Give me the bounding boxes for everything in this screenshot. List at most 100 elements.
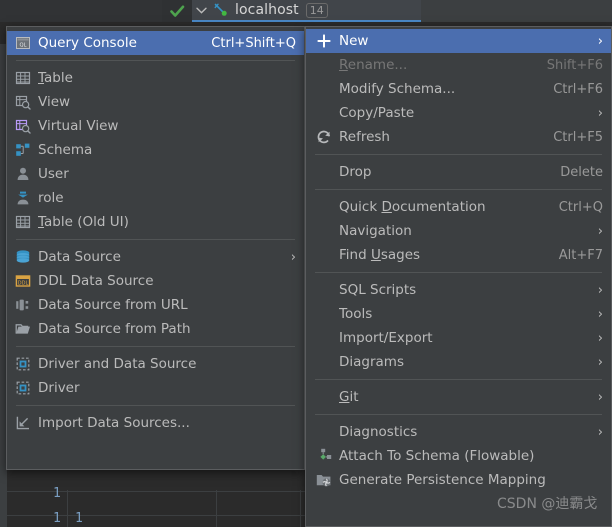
menu-item-label: DDL Data Source: [38, 273, 154, 289]
data-source-icon: [14, 249, 31, 265]
menu-item-import-export[interactable]: Import/Export ›: [306, 326, 611, 350]
menu-item-schema[interactable]: Schema: [7, 138, 304, 162]
chevron-right-icon: ›: [597, 105, 603, 121]
no-icon: [315, 354, 333, 370]
menu-item-label: Schema: [38, 142, 93, 158]
menu-item-label: Import Data Sources...: [38, 415, 190, 431]
menu-item-label: Git: [339, 389, 359, 405]
driver-icon: [14, 380, 31, 396]
connection-tab[interactable]: localhost 14: [192, 0, 421, 22]
menu-item-table-old-ui[interactable]: Table (Old UI): [7, 210, 304, 234]
ide-toolbar: localhost 14: [0, 0, 612, 22]
no-icon: [315, 282, 333, 298]
menu-item-attach-to-schema-flowable[interactable]: Attach To Schema (Flowable): [306, 444, 611, 468]
chevron-right-icon: ›: [597, 354, 603, 370]
chevron-right-icon: ›: [597, 223, 603, 239]
connection-tab-title: localhost: [235, 2, 299, 18]
menu-item-shortcut: Ctrl+F6: [553, 81, 603, 97]
context-menu[interactable]: New › Rename... Shift+F6 Modify Schema... Ctr…: [305, 26, 612, 527]
chevron-right-icon: ›: [597, 330, 603, 346]
view-icon: [14, 94, 31, 110]
run-status-indicator[interactable]: [162, 0, 192, 22]
menu-item-table[interactable]: Table: [7, 66, 304, 90]
menu-item-label: Generate Persistence Mapping: [339, 472, 546, 488]
menu-item-ddl-data-source[interactable]: DDL DDL Data Source: [7, 269, 304, 293]
menu-item-data-source-from-url[interactable]: Data Source from URL: [7, 293, 304, 317]
menu-item-label: Table: [38, 70, 73, 86]
no-icon: [315, 389, 333, 405]
menu-item-driver-and-data-source[interactable]: Driver and Data Source: [7, 352, 304, 376]
menu-item-label: Find Usages: [339, 247, 421, 263]
menu-item-view[interactable]: View: [7, 90, 304, 114]
menu-item-label: Drop: [339, 164, 372, 180]
menu-item-label: SQL Scripts: [339, 282, 417, 298]
menu-item-label: Driver: [38, 380, 80, 396]
driver-and-data-source-icon: [14, 356, 31, 372]
menu-separator: [315, 379, 602, 380]
menu-item-label: Refresh: [339, 129, 390, 145]
menu-item-label: Driver and Data Source: [38, 356, 197, 372]
chevron-right-icon: ›: [597, 306, 603, 322]
menu-item-label: Virtual View: [38, 118, 119, 134]
menu-item-find-usages[interactable]: Find Usages Alt+F7: [306, 243, 611, 267]
menu-item-role[interactable]: role: [7, 186, 304, 210]
menu-item-label: Quick Documentation: [339, 199, 486, 215]
new-submenu[interactable]: QL Query Console Ctrl+Shift+Q Table View Virt…: [6, 26, 305, 470]
menu-item-shortcut: Ctrl+F5: [553, 129, 603, 145]
menu-item-rename[interactable]: Rename... Shift+F6: [306, 53, 611, 77]
svg-text:QL: QL: [19, 42, 26, 48]
chevron-down-icon[interactable]: [196, 5, 207, 16]
menu-item-shortcut: Ctrl+Q: [558, 199, 603, 215]
menu-item-tools[interactable]: Tools ›: [306, 302, 611, 326]
grid-cell[interactable]: 1: [53, 511, 61, 526]
menu-item-label: User: [38, 166, 69, 182]
menu-item-drop[interactable]: Drop Delete: [306, 160, 611, 184]
menu-item-query-console[interactable]: QL Query Console Ctrl+Shift+Q: [7, 31, 304, 55]
menu-item-label: Attach To Schema (Flowable): [339, 448, 535, 464]
user-icon: [14, 166, 31, 182]
attach-to-schema-icon: [315, 448, 333, 464]
no-icon: [315, 424, 333, 440]
menu-item-data-source-from-path[interactable]: Data Source from Path: [7, 317, 304, 341]
menu-item-label: Modify Schema...: [339, 81, 456, 97]
no-icon: [315, 223, 333, 239]
ddl-data-source-icon: DDL: [14, 273, 31, 289]
grid-cell[interactable]: 1: [75, 511, 83, 526]
menu-item-virtual-view[interactable]: Virtual View: [7, 114, 304, 138]
menu-item-new[interactable]: New ›: [306, 29, 611, 53]
no-icon: [315, 247, 333, 263]
menu-item-label: Rename...: [339, 57, 408, 73]
menu-item-user[interactable]: User: [7, 162, 304, 186]
virtual-view-icon: [14, 118, 31, 134]
menu-item-refresh[interactable]: Refresh Ctrl+F5: [306, 125, 611, 149]
menu-item-diagrams[interactable]: Diagrams ›: [306, 350, 611, 374]
table-icon: [14, 214, 31, 230]
menu-item-label: Table (Old UI): [38, 214, 129, 230]
menu-item-generate-persistence-mapping[interactable]: Generate Persistence Mapping: [306, 468, 611, 492]
menu-item-copy-paste[interactable]: Copy/Paste ›: [306, 101, 611, 125]
menu-item-driver[interactable]: Driver: [7, 376, 304, 400]
menu-item-data-source[interactable]: Data Source ›: [7, 245, 304, 269]
menu-item-label: Import/Export: [339, 330, 433, 346]
checkmark-icon: [169, 5, 185, 18]
folder-icon: [14, 321, 31, 337]
menu-item-sql-scripts[interactable]: SQL Scripts ›: [306, 278, 611, 302]
grid-cell[interactable]: 1: [53, 486, 61, 501]
menu-item-quick-documentation[interactable]: Quick Documentation Ctrl+Q: [306, 195, 611, 219]
menu-item-label: Data Source from URL: [38, 297, 188, 313]
menu-separator: [16, 405, 295, 406]
grid-column-divider: [216, 490, 217, 527]
table-icon: [14, 70, 31, 86]
menu-item-git[interactable]: Git ›: [306, 385, 611, 409]
menu-item-label: Navigation: [339, 223, 412, 239]
no-icon: [315, 57, 333, 73]
menu-item-label: Copy/Paste: [339, 105, 415, 121]
menu-item-label: Data Source: [38, 249, 121, 265]
chevron-right-icon: ›: [597, 389, 603, 405]
menu-item-label: Query Console: [38, 35, 137, 51]
menu-item-import-data-sources[interactable]: Import Data Sources...: [7, 411, 304, 435]
menu-item-navigation[interactable]: Navigation ›: [306, 219, 611, 243]
menu-item-diagnostics[interactable]: Diagnostics ›: [306, 420, 611, 444]
menu-item-modify-schema[interactable]: Modify Schema... Ctrl+F6: [306, 77, 611, 101]
menu-item-shortcut: Ctrl+Shift+Q: [211, 35, 296, 51]
